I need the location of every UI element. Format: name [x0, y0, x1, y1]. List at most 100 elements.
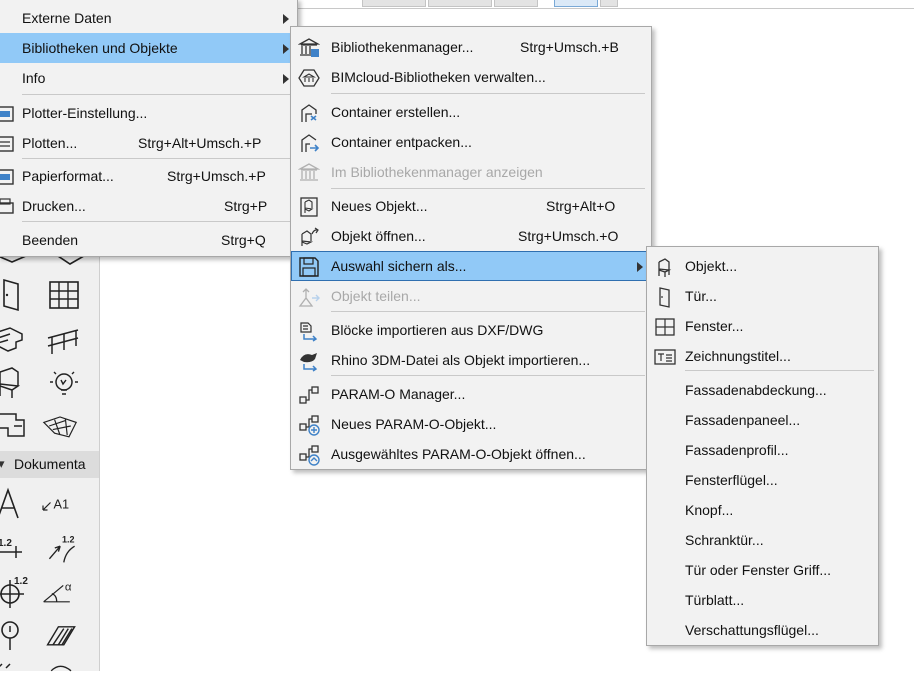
menu-item-verschattungsfluegel[interactable]: Verschattungsflügel...	[647, 615, 878, 645]
menu-item-container-erstellen[interactable]: Container erstellen...	[291, 97, 651, 127]
menu-item-label: Zeichnungstitel...	[685, 348, 791, 364]
menu-item-label: Verschattungsflügel...	[685, 622, 819, 638]
dimension-icon[interactable]: 1.2	[0, 532, 30, 568]
level-dimension-icon[interactable]: 1.2	[44, 530, 80, 566]
menu-separator	[331, 188, 645, 189]
menu-item-container-entpacken[interactable]: Container entpacken...	[291, 127, 651, 157]
library-manager-icon	[298, 38, 320, 57]
drawing-title-icon	[654, 349, 676, 365]
menu-item-tuer-oder-fenster-griff[interactable]: Tür oder Fenster Griff...	[647, 555, 878, 585]
toolbar-button[interactable]	[428, 0, 492, 7]
menu-item-fensterfluegel[interactable]: Fensterflügel...	[647, 465, 878, 495]
door-icon	[659, 287, 670, 308]
menu-item-label: Plotter-Einstellung...	[22, 105, 148, 121]
menu-item-objekt-oeffnen[interactable]: Objekt öffnen... Strg+Umsch.+O	[291, 221, 651, 251]
spot-elevation-icon[interactable]: 1.2	[0, 574, 28, 610]
menu-item-rhino-importieren[interactable]: Rhino 3DM-Datei als Objekt importieren..…	[291, 345, 651, 375]
menu-item-label: Plotten...	[22, 135, 78, 151]
toolbar-button[interactable]	[600, 0, 618, 7]
menu-item-label: Im Bibliothekenmanager anzeigen	[331, 164, 543, 180]
menu-item-label: Beenden	[22, 232, 79, 248]
partial-tool-icon[interactable]	[44, 660, 80, 696]
import-dxf-icon	[300, 322, 318, 342]
menu-item-auswahl-sichern-als[interactable]: Auswahl sichern als...	[291, 251, 651, 281]
import-rhino-icon	[300, 353, 318, 372]
toolbar-button[interactable]	[494, 0, 538, 7]
menu-item-shortcut: Strg+Q	[221, 232, 266, 248]
object-chair-icon	[658, 258, 672, 277]
menu-item-bibliothekenmanager[interactable]: Bibliothekenmanager... Strg+Umsch.+B	[291, 32, 651, 62]
door-tool-icon[interactable]	[0, 276, 32, 312]
menu-item-externe-daten[interactable]: Externe Daten	[0, 3, 297, 33]
menu-item-label: Fensterflügel...	[685, 472, 778, 488]
submenu-arrow-icon	[283, 44, 289, 54]
menu-item-label: Papierformat...	[22, 168, 114, 184]
save-selection-icon	[299, 257, 319, 277]
menu-item-fassadenprofil[interactable]: Fassadenprofil...	[647, 435, 878, 465]
window-tool-icon[interactable]	[46, 278, 82, 314]
menu-item-info[interactable]: Info	[0, 63, 297, 93]
menu-item-fenster[interactable]: Fenster...	[647, 311, 878, 341]
menu-item-shortcut: Strg+Alt+O	[546, 198, 616, 214]
menu-item-neues-param-o-objekt[interactable]: Neues PARAM-O-Objekt...	[291, 409, 651, 439]
submenu-arrow-icon	[637, 262, 643, 272]
menu-item-zeichnungstitel[interactable]: Zeichnungstitel...	[647, 341, 878, 371]
menu-separator	[22, 158, 291, 159]
plotter-settings-icon	[0, 106, 14, 122]
submenu-arrow-icon	[283, 14, 289, 24]
menu-item-label: Fassadenpaneel...	[685, 412, 801, 428]
marker-icon[interactable]	[0, 616, 28, 652]
toolbox-section-header[interactable]: ▾ Dokumenta	[0, 451, 99, 478]
toolbar-button[interactable]	[362, 0, 426, 7]
menu-item-objekt[interactable]: Objekt...	[647, 251, 878, 281]
menu-item-bibliotheken-und-objekte[interactable]: Bibliotheken und Objekte	[0, 33, 297, 63]
menu-item-objekt-teilen[interactable]: Objekt teilen...	[291, 281, 651, 311]
menu-item-param-o-manager[interactable]: PARAM-O Manager...	[291, 379, 651, 409]
menu-item-label: Tür...	[685, 288, 717, 304]
text-icon[interactable]	[0, 486, 30, 522]
menu-item-im-bibliothekenmanager-anzeigen[interactable]: Im Bibliothekenmanager anzeigen	[291, 157, 651, 187]
menu-item-papierformat[interactable]: Papierformat... Strg+Umsch.+P	[0, 161, 297, 191]
label-icon[interactable]: A1	[40, 486, 76, 522]
angle-dimension-icon[interactable]: α	[42, 574, 78, 610]
menu-item-plotten[interactable]: Plotten... Strg+Alt+Umsch.+P	[0, 128, 297, 158]
railing-tool-icon[interactable]	[46, 324, 82, 360]
menu-item-plotter-einstellung[interactable]: Plotter-Einstellung...	[0, 98, 297, 128]
menu-item-label: Externe Daten	[22, 10, 112, 26]
menu-item-fassadenabdeckung[interactable]: Fassadenabdeckung...	[647, 375, 878, 405]
menu-item-fassadenpaneel[interactable]: Fassadenpaneel...	[647, 405, 878, 435]
menu-item-label: Info	[22, 70, 46, 86]
menu-item-shortcut: Strg+P	[224, 198, 268, 214]
menu-item-neues-objekt[interactable]: Neues Objekt... Strg+Alt+O	[291, 191, 651, 221]
menu-item-schranktuer[interactable]: Schranktür...	[647, 525, 878, 555]
menu-item-bloecke-importieren[interactable]: Blöcke importieren aus DXF/DWG	[291, 315, 651, 345]
object-tool-icon[interactable]	[0, 364, 30, 400]
toolbox-section-label: Dokumenta	[14, 456, 86, 472]
menu-item-label: Container erstellen...	[331, 104, 461, 120]
menu-item-label: Bibliotheken und Objekte	[22, 40, 178, 56]
mesh-tool-icon[interactable]	[42, 408, 78, 444]
toolbar-button[interactable]	[554, 0, 598, 7]
open-object-icon	[301, 227, 319, 246]
partial-tool-icon[interactable]	[0, 660, 28, 696]
menu-item-label: Objekt öffnen...	[331, 228, 426, 244]
menu-item-drucken[interactable]: Drucken... Strg+P	[0, 191, 297, 221]
menu-item-label: Fenster...	[685, 318, 744, 334]
menu-item-label: Neues Objekt...	[331, 198, 428, 214]
menu-item-shortcut: Strg+Umsch.+P	[167, 168, 266, 184]
menu-item-tuer[interactable]: Tür...	[647, 281, 878, 311]
lamp-tool-icon[interactable]	[46, 366, 82, 402]
zone-tool-icon[interactable]	[0, 406, 30, 442]
collapse-arrow-icon[interactable]: ▾	[0, 456, 5, 472]
menu-item-knopf[interactable]: Knopf...	[647, 495, 878, 525]
menu-item-shortcut: Strg+Alt+Umsch.+P	[138, 135, 262, 151]
menu-item-bimcloud-bibliotheken[interactable]: BIMcloud-Bibliotheken verwalten...	[291, 62, 651, 92]
menu-item-label: Auswahl sichern als...	[331, 258, 467, 274]
fill-icon[interactable]	[44, 616, 80, 652]
menu-item-beenden[interactable]: Beenden Strg+Q	[0, 225, 297, 255]
menu-item-tuerblatt[interactable]: Türblatt...	[647, 585, 878, 615]
stair-tool-icon[interactable]	[0, 322, 30, 358]
menu-item-shortcut: Strg+Umsch.+B	[520, 39, 619, 55]
menu-item-param-o-objekt-oeffnen[interactable]: Ausgewähltes PARAM-O-Objekt öffnen...	[291, 439, 651, 469]
container-extract-icon	[301, 134, 320, 152]
